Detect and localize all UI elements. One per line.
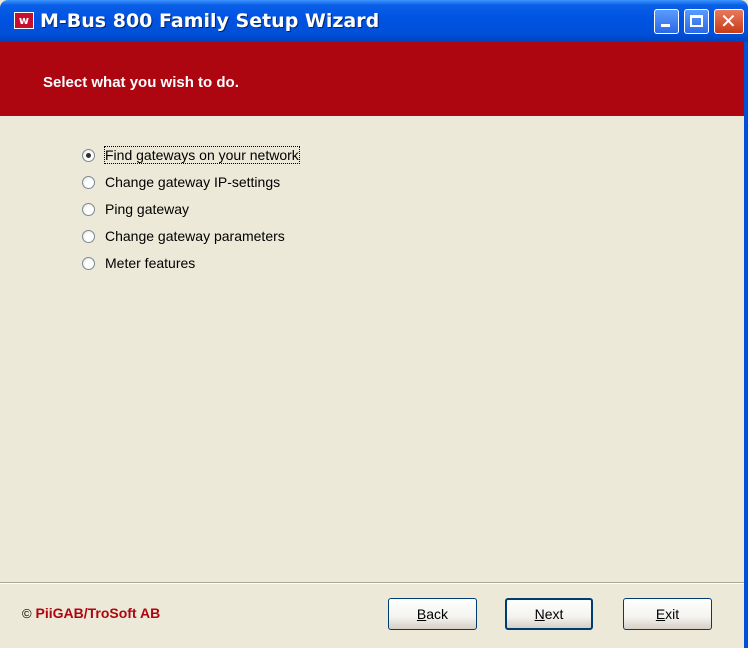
window-title: M-Bus 800 Family Setup Wizard	[40, 10, 380, 32]
option-label[interactable]: Change gateway IP-settings	[105, 174, 280, 190]
radio-find-gateways[interactable]	[82, 149, 95, 162]
minimize-icon	[661, 24, 670, 27]
radio-ping-gateway[interactable]	[82, 203, 95, 216]
maximize-button[interactable]	[684, 9, 709, 34]
option-label[interactable]: Ping gateway	[105, 201, 189, 217]
header-band: Select what you wish to do.	[0, 42, 748, 116]
close-icon: ✕	[720, 9, 737, 33]
option-label[interactable]: Find gateways on your network	[104, 146, 300, 164]
footer-separator	[0, 582, 748, 584]
copyright-notice: © PiiGAB/TroSoft AB	[22, 605, 160, 621]
copyright-text: PiiGAB/TroSoft AB	[35, 605, 161, 621]
option-label[interactable]: Meter features	[105, 255, 195, 271]
copyright-icon: ©	[22, 606, 32, 621]
radio-change-ip-settings[interactable]	[82, 176, 95, 189]
instruction-heading: Select what you wish to do.	[43, 74, 239, 91]
title-bar[interactable]: w M-Bus 800 Family Setup Wizard ✕	[0, 0, 748, 42]
radio-meter-features[interactable]	[82, 257, 95, 270]
exit-button[interactable]: Exit	[623, 598, 712, 630]
app-icon[interactable]: w	[14, 12, 34, 29]
window-border	[744, 42, 748, 648]
option-label[interactable]: Change gateway parameters	[105, 228, 285, 244]
next-button[interactable]: Next	[505, 598, 593, 630]
minimize-button[interactable]	[654, 9, 679, 34]
wizard-window: w M-Bus 800 Family Setup Wizard ✕ Select…	[0, 0, 748, 648]
close-button[interactable]: ✕	[714, 9, 744, 34]
maximize-icon	[690, 15, 703, 27]
back-button[interactable]: Back	[388, 598, 477, 630]
radio-change-parameters[interactable]	[82, 230, 95, 243]
